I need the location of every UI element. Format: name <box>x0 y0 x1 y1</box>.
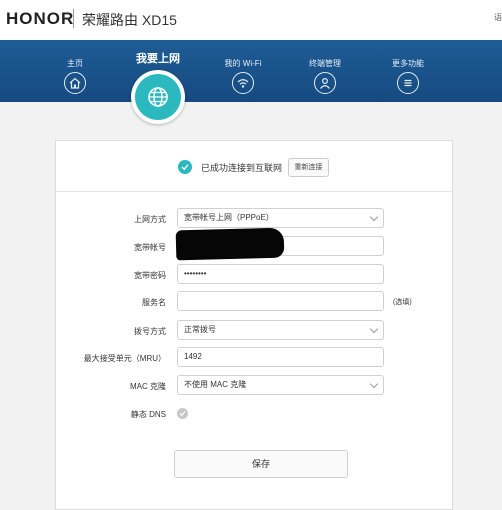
nav-label-home: 主页 <box>67 59 83 68</box>
brand-divider <box>73 9 74 28</box>
dial-mode-label: 拨号方式 <box>134 327 166 336</box>
nav-item-devices[interactable]: 终端管理 <box>285 40 365 94</box>
mac-clone-label: MAC 克隆 <box>130 382 166 391</box>
check-icon <box>178 160 192 174</box>
mru-input[interactable]: 1492 <box>177 347 384 367</box>
dial-mode-select[interactable]: 正常拨号 <box>177 320 384 340</box>
nav-item-wifi[interactable]: 我的 Wi-Fi <box>203 40 283 94</box>
menu-icon <box>397 72 419 94</box>
mru-label: 最大接受单元（MRU） <box>83 354 166 363</box>
account-label: 宽带帐号 <box>134 243 166 252</box>
redaction-mark <box>175 227 285 261</box>
reconnect-button[interactable]: 重新连接 <box>288 158 329 177</box>
optional-hint: (选填) <box>393 299 412 306</box>
service-name-label: 服务名 <box>142 298 166 307</box>
static-dns-label: 静态 DNS <box>130 410 166 419</box>
main-nav: 主页 我要上网 我的 Wi-Fi 终端管理 更多功能 <box>0 40 502 102</box>
service-name-input[interactable] <box>177 291 384 311</box>
nav-item-internet-active[interactable] <box>131 70 185 124</box>
brand-logo: HONOR <box>6 9 75 28</box>
password-input[interactable]: •••••••• <box>177 264 384 284</box>
password-label: 宽带密码 <box>134 271 166 280</box>
save-button[interactable]: 保存 <box>174 450 348 478</box>
nav-item-home[interactable]: 主页 <box>35 40 115 94</box>
user-icon <box>314 72 336 94</box>
connection-type-label: 上网方式 <box>134 215 166 224</box>
device-name: 荣耀路由 XD15 <box>82 12 177 28</box>
status-divider <box>56 191 452 192</box>
home-icon <box>64 72 86 94</box>
nav-label-internet[interactable]: 我要上网 <box>118 50 198 66</box>
globe-icon <box>135 74 181 120</box>
wifi-icon <box>232 72 254 94</box>
mac-clone-select[interactable]: 不使用 MAC 克隆 <box>177 375 384 395</box>
nav-item-more[interactable]: 更多功能 <box>368 40 448 94</box>
top-bar: HONOR 荣耀路由 XD15 语 <box>0 0 502 40</box>
nav-label-devices: 终端管理 <box>309 59 341 68</box>
nav-label-wifi: 我的 Wi-Fi <box>224 59 262 68</box>
status-text: 已成功连接到互联网 <box>201 163 283 173</box>
static-dns-checkbox[interactable] <box>177 408 188 419</box>
language-link[interactable]: 语 <box>494 12 502 23</box>
connection-type-select[interactable]: 宽带帐号上网（PPPoE） <box>177 208 384 228</box>
nav-label-more: 更多功能 <box>392 59 424 68</box>
